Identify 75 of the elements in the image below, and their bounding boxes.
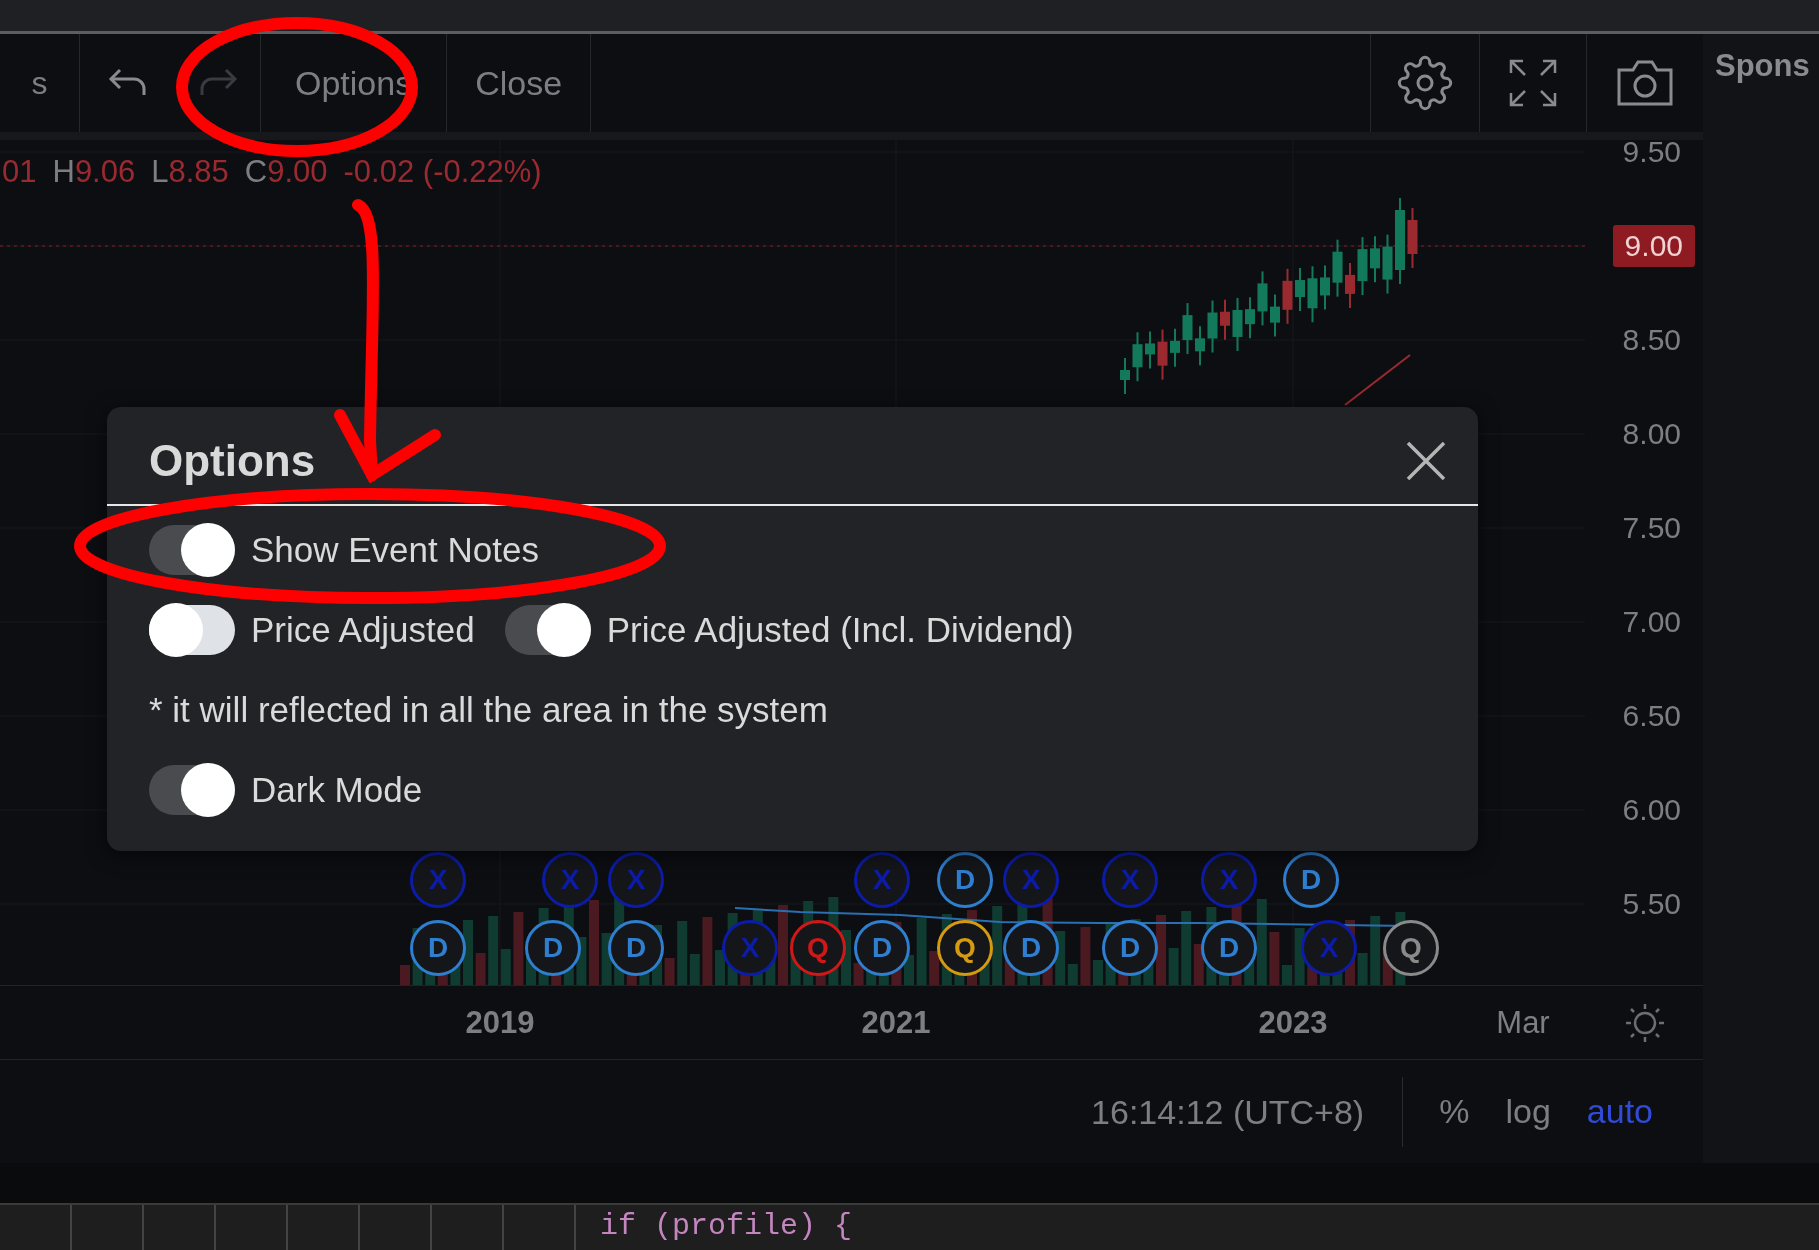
candle <box>1357 236 1368 297</box>
event-marker[interactable]: Q <box>790 920 846 976</box>
note-text: * it will reflected in all the area in the system <box>149 690 828 730</box>
time-label: 2023 <box>1258 1004 1328 1041</box>
candle <box>1345 261 1355 309</box>
toggle-switch[interactable] <box>149 525 235 575</box>
last-price-badge: 9.00 <box>1612 225 1695 267</box>
candle <box>1320 264 1330 311</box>
event-marker[interactable]: D <box>1003 920 1059 976</box>
candle <box>1120 357 1130 395</box>
scale-button[interactable]: % <box>1403 1092 1470 1131</box>
candle <box>1132 331 1143 383</box>
toggle-switch[interactable] <box>504 605 591 655</box>
legend-value: C9.00 <box>244 154 328 190</box>
toggle-label: Price Adjusted <box>251 610 475 650</box>
candle <box>1170 327 1180 368</box>
legend-value: H9.06 <box>52 154 136 190</box>
toggle-switch[interactable] <box>149 605 235 655</box>
scale-button[interactable]: auto <box>1550 1092 1653 1131</box>
candle <box>1232 296 1243 352</box>
event-marker[interactable]: D <box>410 920 466 976</box>
toggle-switch[interactable] <box>149 765 235 815</box>
candle <box>1157 328 1168 381</box>
event-marker[interactable]: Q <box>1383 920 1439 976</box>
time-label: 2019 <box>465 1004 535 1041</box>
price-label: 9.50 <box>1622 140 1681 169</box>
code-line: if (profile) { <box>600 1209 853 1243</box>
event-marker[interactable]: Q <box>937 920 993 976</box>
candle <box>1407 207 1418 269</box>
moving-average-line <box>1344 354 1411 406</box>
legend-change: -0.02 (-0.22%) <box>343 154 542 190</box>
event-marker[interactable]: D <box>1201 920 1257 976</box>
legend-value: 01 <box>2 154 37 190</box>
toggle-label: Show Event Notes <box>251 530 539 570</box>
status-time: 16:14:12 (UTC+8) <box>1091 1076 1404 1147</box>
candle <box>1282 267 1293 325</box>
candle <box>1220 298 1230 341</box>
event-marker[interactable]: D <box>854 920 910 976</box>
sun-icon[interactable] <box>1624 1002 1666 1044</box>
event-marker[interactable]: D <box>937 852 993 908</box>
event-marker[interactable]: D <box>608 920 664 976</box>
candle <box>1382 233 1393 295</box>
price-label: 7.00 <box>1622 605 1681 639</box>
toggle-label: Price Adjusted (Incl. Dividend) <box>606 610 1074 650</box>
event-marker[interactable]: D <box>525 920 581 976</box>
camera-icon[interactable] <box>1615 58 1675 108</box>
time-label: 2021 <box>861 1004 931 1041</box>
candle <box>1370 235 1380 284</box>
scale-button[interactable]: log <box>1469 1092 1551 1131</box>
candle <box>1270 293 1280 338</box>
price-label: 5.50 <box>1622 887 1681 921</box>
candle <box>1195 325 1205 367</box>
fullscreen-icon[interactable] <box>1508 58 1558 108</box>
toolbar-label[interactable]: s <box>31 64 48 102</box>
candle <box>1182 302 1193 356</box>
dialog-title: Options <box>149 435 316 486</box>
candle <box>1245 296 1255 340</box>
candle <box>1307 265 1318 324</box>
candle <box>1332 238 1343 298</box>
candle <box>1257 270 1268 327</box>
candle <box>1295 267 1305 313</box>
time-label: Mar <box>1496 1004 1550 1041</box>
price-label: 8.00 <box>1622 417 1681 451</box>
price-label: 6.50 <box>1622 699 1681 733</box>
price-label: 6.00 <box>1622 793 1681 827</box>
price-label: 7.50 <box>1622 511 1681 545</box>
event-marker[interactable]: D <box>1283 852 1339 908</box>
toolbar-button[interactable]: Close <box>475 63 563 103</box>
legend-value: L8.85 <box>151 154 229 190</box>
toggle-label: Dark Mode <box>251 770 423 810</box>
candle <box>1207 299 1218 354</box>
settings-icon[interactable] <box>1397 55 1453 111</box>
candle <box>1145 330 1155 370</box>
price-label: 8.50 <box>1622 323 1681 357</box>
sidebar-title: Spons <box>1715 48 1810 83</box>
